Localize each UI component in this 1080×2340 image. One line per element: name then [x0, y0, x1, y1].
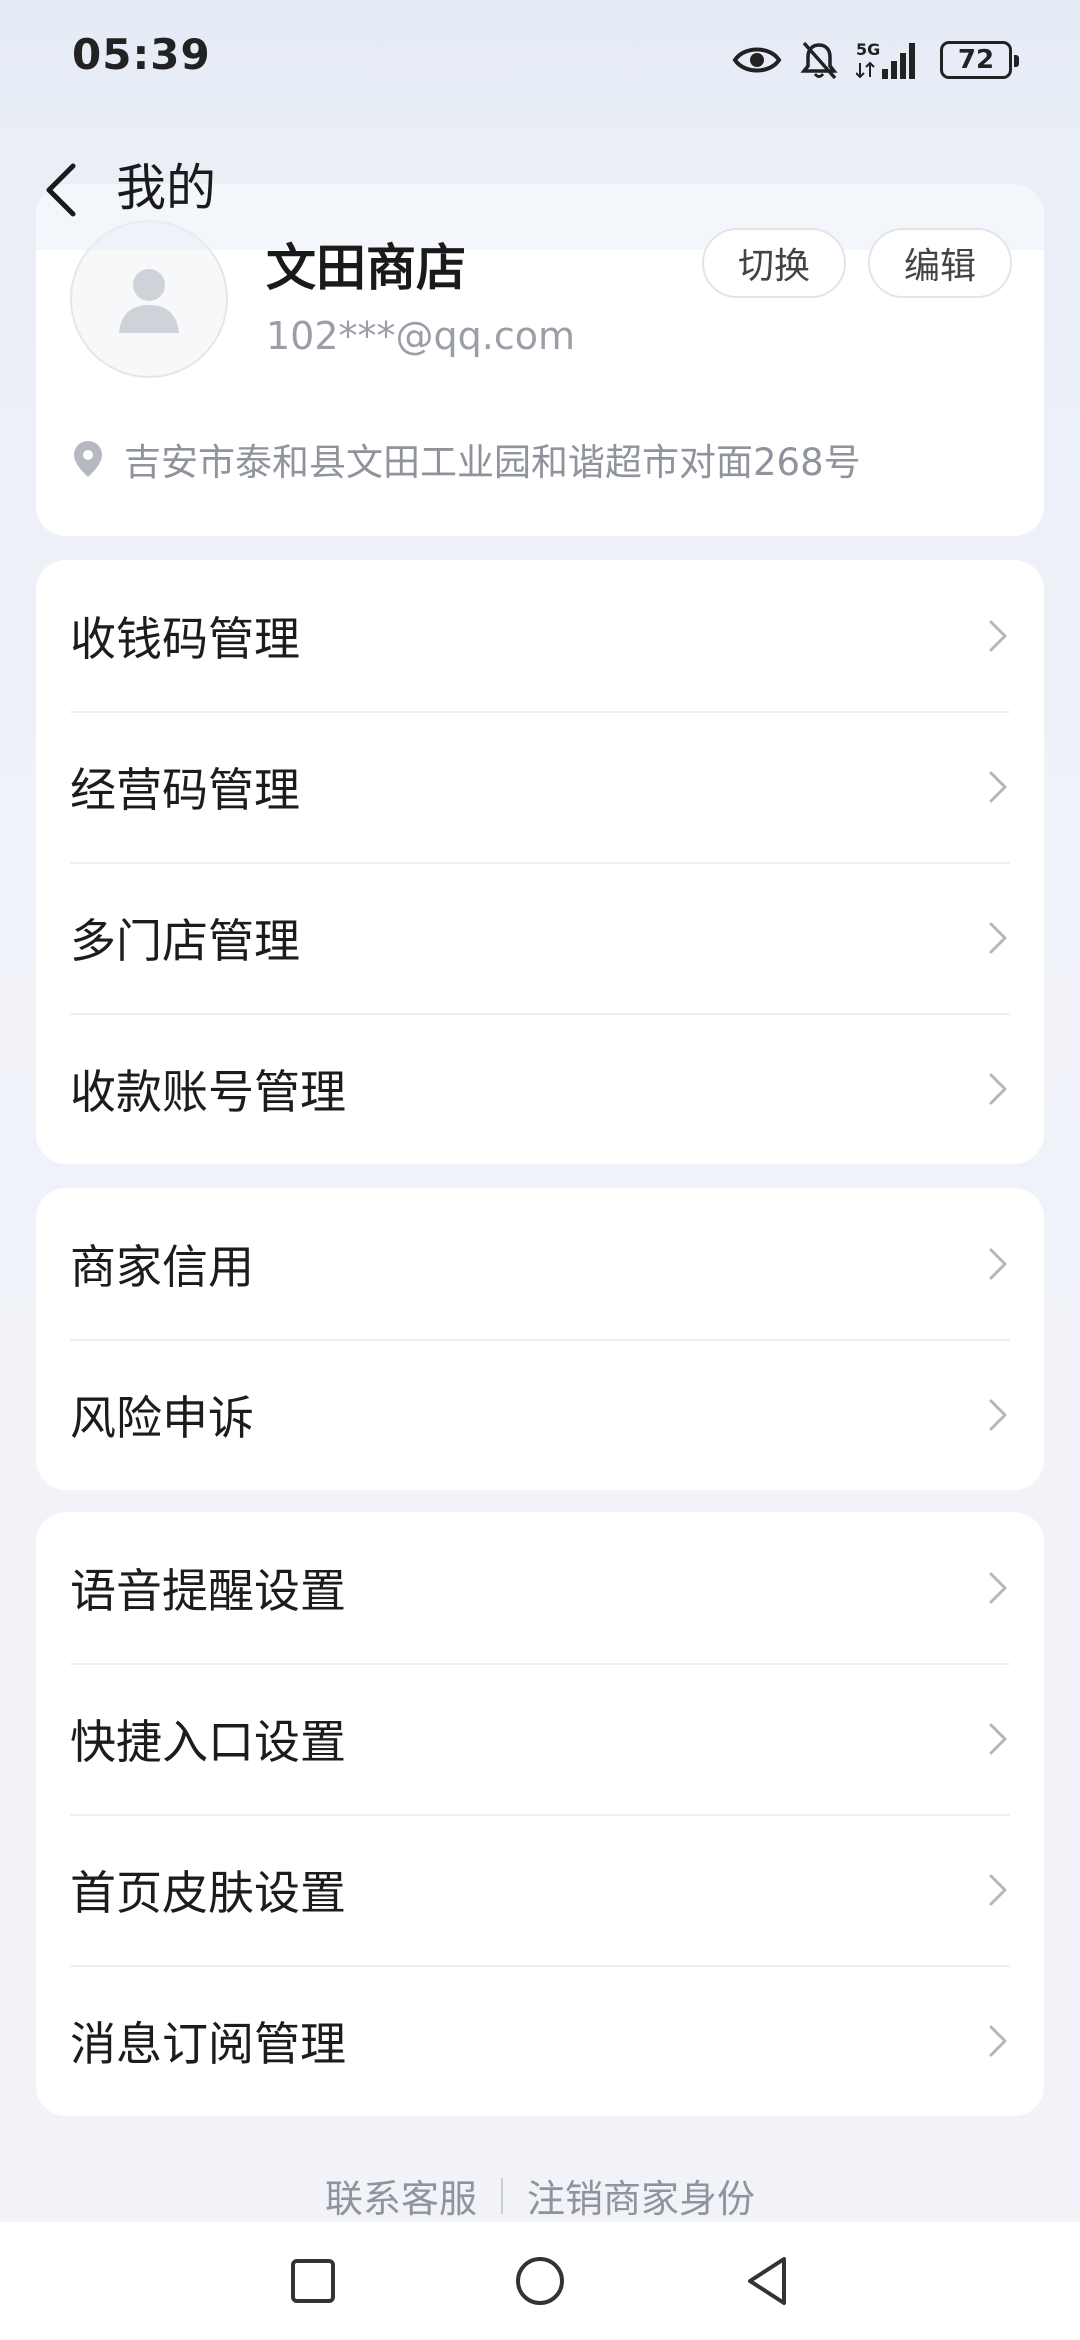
store-name: 文田商店	[266, 239, 466, 297]
menu-item-label: 收款账号管理	[70, 1064, 346, 1119]
chevron-right-icon	[989, 1248, 1007, 1279]
menu-item-label: 快捷入口设置	[70, 1714, 346, 1769]
chevron-right-icon	[989, 771, 1007, 802]
menu-item-home-skin[interactable]: 首页皮肤设置	[36, 1814, 1044, 1965]
5g-signal-icon: 5G	[856, 39, 922, 81]
menu-group-credit: 商家信用 风险申诉	[36, 1188, 1044, 1490]
recents-button[interactable]	[273, 2241, 353, 2321]
menu-item-message-subscription[interactable]: 消息订阅管理	[36, 1965, 1044, 2116]
menu-group-settings: 语音提醒设置 快捷入口设置 首页皮肤设置 消息订阅管理	[36, 1512, 1044, 2116]
footer-links: 联系客服 注销商家身份	[0, 2168, 1080, 2223]
chevron-right-icon	[989, 2025, 1007, 2056]
menu-item-receiving-account[interactable]: 收款账号管理	[36, 1013, 1044, 1164]
back-triangle-icon	[747, 2257, 786, 2305]
battery-level: 72	[957, 45, 995, 75]
chevron-right-icon	[989, 1399, 1007, 1430]
chevron-right-icon	[989, 1572, 1007, 1603]
user-avatar-icon	[119, 269, 179, 333]
store-address: 吉安市泰和县文田工业园和谐超市对面268号	[124, 441, 861, 484]
menu-item-label: 多门店管理	[70, 913, 300, 968]
menu-item-label: 首页皮肤设置	[70, 1865, 346, 1920]
edit-button[interactable]: 编辑	[868, 228, 1012, 298]
chevron-right-icon	[989, 1874, 1007, 1905]
back-button[interactable]	[34, 150, 86, 230]
menu-item-voice-reminder[interactable]: 语音提醒设置	[36, 1512, 1044, 1663]
cancel-merchant-link[interactable]: 注销商家身份	[527, 2168, 755, 2223]
status-icons: 5G 72	[732, 36, 1019, 84]
menu-item-label: 经营码管理	[70, 762, 300, 817]
store-email: 102***@qq.com	[266, 314, 576, 358]
contact-service-link[interactable]: 联系客服	[325, 2168, 477, 2223]
battery-icon: 72	[940, 41, 1019, 79]
menu-item-label: 风险申诉	[70, 1390, 254, 1445]
chevron-right-icon	[989, 1073, 1007, 1104]
bell-muted-icon	[800, 40, 838, 80]
address-row: 吉安市泰和县文田工业园和谐超市对面268号	[72, 432, 861, 486]
menu-item-shortcut[interactable]: 快捷入口设置	[36, 1663, 1044, 1814]
page-title: 我的	[116, 159, 216, 217]
chevron-right-icon	[989, 620, 1007, 651]
menu-item-payment-code[interactable]: 收钱码管理	[36, 560, 1044, 711]
chevron-left-icon	[46, 163, 76, 217]
home-button[interactable]	[500, 2241, 580, 2321]
menu-item-label: 商家信用	[70, 1239, 254, 1294]
menu-item-label: 消息订阅管理	[70, 2016, 346, 2071]
eye-icon	[732, 43, 782, 77]
location-pin-icon	[74, 441, 102, 477]
switch-button[interactable]: 切换	[702, 228, 846, 298]
chevron-right-icon	[989, 1723, 1007, 1754]
menu-item-label: 语音提醒设置	[70, 1563, 346, 1618]
menu-item-label: 收钱码管理	[70, 611, 300, 666]
home-circle-icon	[515, 2257, 564, 2305]
system-nav-bar	[0, 2222, 1080, 2340]
menu-item-multi-store[interactable]: 多门店管理	[36, 862, 1044, 1013]
recents-square-icon	[291, 2259, 336, 2303]
footer-divider	[501, 2177, 503, 2214]
svg-text:5G: 5G	[856, 40, 880, 59]
menu-item-risk-appeal[interactable]: 风险申诉	[36, 1339, 1044, 1490]
menu-item-merchant-credit[interactable]: 商家信用	[36, 1188, 1044, 1339]
system-back-button[interactable]	[727, 2241, 807, 2321]
chevron-right-icon	[989, 922, 1007, 953]
status-bar: 05:39 5G 72	[0, 0, 1080, 120]
menu-group-payment: 收钱码管理 经营码管理 多门店管理 收款账号管理	[36, 560, 1044, 1164]
menu-item-business-code[interactable]: 经营码管理	[36, 711, 1044, 862]
status-time: 05:39	[72, 30, 211, 79]
